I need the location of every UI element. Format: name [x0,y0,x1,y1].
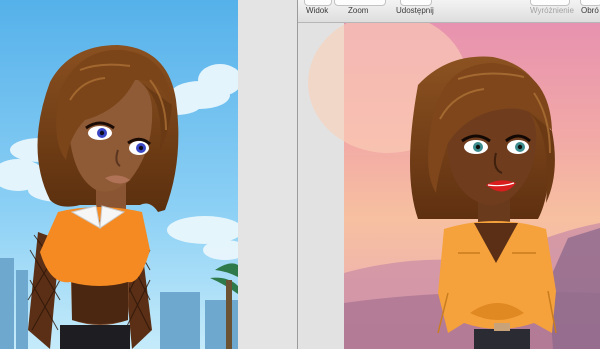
black-pants [60,325,130,349]
toolbar-item-view[interactable]: Widok [304,0,334,22]
dark-pants [474,329,530,349]
belt-buckle [494,323,510,331]
toolbar-label-share: Udostępnij [396,6,434,15]
preview-window: Widok Zoom Udostępnij Wyróżnienie Obró [298,0,600,349]
left-game-view [0,0,238,349]
toolbar-label-rotate: Obró [581,6,599,15]
toolbar-label-view: Widok [306,6,329,15]
preview-toolbar: Widok Zoom Udostępnij Wyróżnienie Obró [298,0,600,23]
toolbar-label-highlight: Wyróżnienie [530,6,574,15]
toolbar-item-highlight[interactable]: Wyróżnienie [528,0,576,22]
image-canvas [298,23,600,349]
toolbar-label-zoom: Zoom [348,6,369,15]
toolbar-item-rotate[interactable]: Obró [580,0,600,22]
avatar-scene-right [298,23,600,349]
toolbar-item-share[interactable]: Udostępnij [394,0,438,22]
desktop-gap [238,0,298,349]
avatar-scene-left [0,0,238,349]
toolbar-item-zoom[interactable]: Zoom [334,0,388,22]
